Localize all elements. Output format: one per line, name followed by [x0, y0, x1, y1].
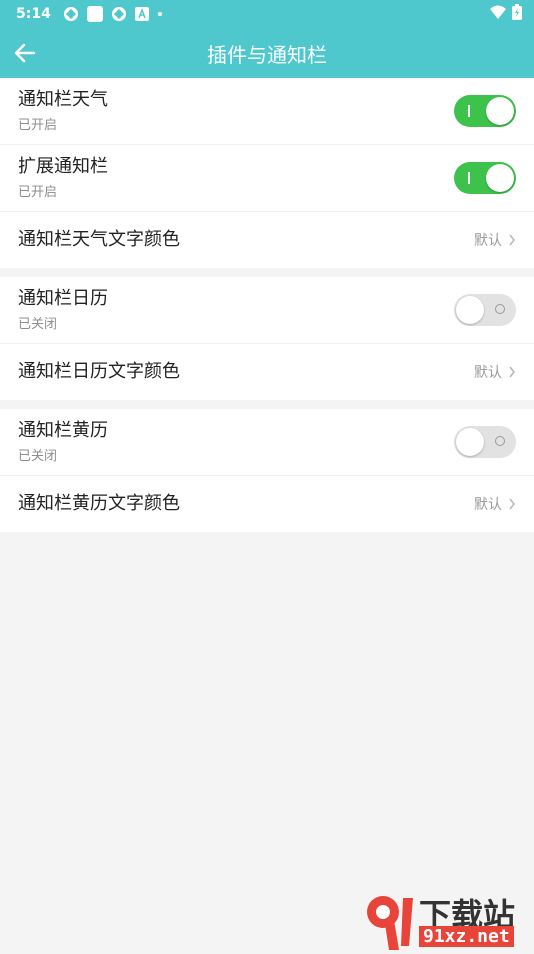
settings-row[interactable]: 通知栏日历文字颜色 默认 [0, 344, 534, 400]
chevron-right-icon [509, 234, 515, 246]
row-value: 默认 [474, 365, 502, 381]
row-status: 已关闭 [18, 449, 58, 464]
settings-group: 通知栏黄历已关闭通知栏黄历文字颜色 默认 [0, 409, 534, 532]
row-label: 扩展通知栏 [18, 156, 108, 177]
row-label: 通知栏日历 [18, 288, 108, 309]
settings-row[interactable]: 通知栏黄历文字颜色 默认 [0, 476, 534, 532]
row-label: 通知栏天气 [18, 89, 108, 110]
row-label: 通知栏黄历 [18, 420, 108, 441]
dot-icon [157, 11, 163, 17]
row-texts: 通知栏日历 已关闭 [18, 288, 454, 332]
settings-row[interactable]: 通知栏日历 已关闭 [0, 277, 534, 344]
toggle-knob [486, 97, 514, 125]
row-label: 通知栏天气文字颜色 [18, 229, 180, 250]
row-status: 已开启 [18, 185, 58, 200]
toggle-knob [486, 164, 514, 192]
chevron-right-icon [509, 498, 515, 510]
row-label: 通知栏日历文字颜色 [18, 361, 180, 382]
group-divider [0, 400, 534, 409]
settings-list: 通知栏天气 已开启 扩展通知栏 已开启 通知栏天气文字颜色 默认 通知栏日历 已关闭 通知栏日历… [0, 78, 534, 532]
toggle-knob [456, 428, 484, 456]
toggle-switch[interactable] [454, 162, 516, 194]
toggle-on-mark-icon [468, 172, 470, 184]
toggle-knob [456, 296, 484, 324]
row-status: 已开启 [18, 118, 58, 133]
group-divider [0, 268, 534, 277]
watermark-logo: 下载站 91xz.net [359, 890, 534, 950]
row-texts: 通知栏日历文字颜色 [18, 361, 474, 383]
settings-row[interactable]: 通知栏黄历 已关闭 [0, 409, 534, 476]
chevron-right-icon [509, 366, 515, 378]
row-texts: 扩展通知栏 已开启 [18, 156, 454, 200]
page-title: 插件与通知栏 [207, 42, 327, 67]
status-time: 5:14 [16, 6, 51, 22]
row-label: 通知栏黄历文字颜色 [18, 493, 180, 514]
square-notification-icon [86, 6, 103, 22]
watermark-url: 91xz.net [419, 926, 514, 947]
row-status: 已关闭 [18, 317, 58, 332]
settings-row[interactable]: 通知栏天气文字颜色 默认 [0, 212, 534, 268]
app-notification-icon-2 [111, 6, 127, 22]
app-notification-icon [63, 6, 79, 22]
settings-group: 通知栏天气 已开启 扩展通知栏 已开启 通知栏天气文字颜色 默认 [0, 78, 534, 268]
row-texts: 通知栏天气文字颜色 [18, 229, 474, 251]
toggle-off-mark-icon [495, 436, 505, 446]
toggle-off-mark-icon [495, 304, 505, 314]
wifi-icon [490, 5, 506, 23]
toggle-on-mark-icon [468, 105, 470, 117]
toggle-switch[interactable] [454, 426, 516, 458]
arrow-left-icon[interactable] [12, 40, 38, 66]
app-bar: 插件与通知栏 [0, 28, 534, 78]
row-value: 默认 [474, 497, 502, 513]
settings-row[interactable]: 扩展通知栏 已开启 [0, 145, 534, 212]
row-texts: 通知栏黄历 已关闭 [18, 420, 454, 464]
row-texts: 通知栏黄历文字颜色 [18, 493, 474, 515]
watermark-91-icon [367, 896, 413, 950]
settings-row[interactable]: 通知栏天气 已开启 [0, 78, 534, 145]
row-value: 默认 [474, 233, 502, 249]
settings-group: 通知栏日历已关闭通知栏日历文字颜色 默认 [0, 277, 534, 400]
font-notification-icon [134, 7, 149, 21]
toggle-switch[interactable] [454, 95, 516, 127]
row-texts: 通知栏天气 已开启 [18, 89, 454, 133]
toggle-switch[interactable] [454, 294, 516, 326]
battery-icon [512, 4, 522, 24]
status-bar: 5:14 [0, 0, 534, 28]
